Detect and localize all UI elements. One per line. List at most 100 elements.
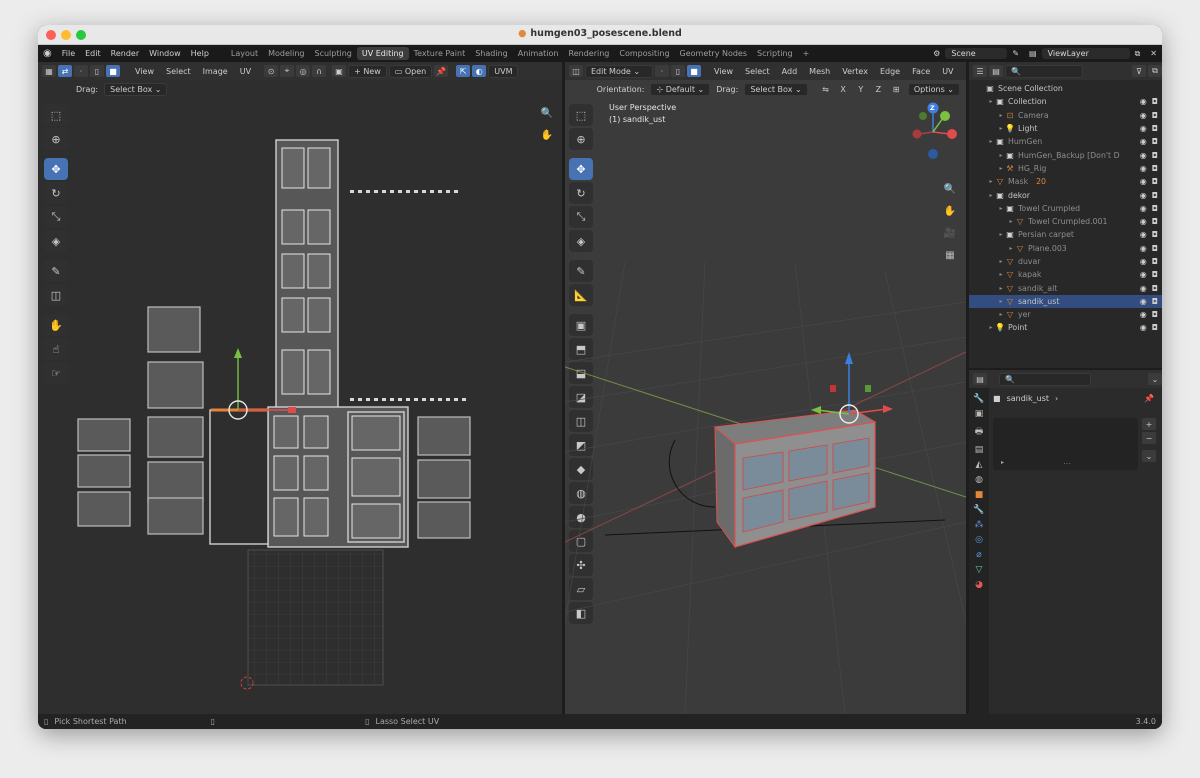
pivot-icon[interactable]: ⊙ bbox=[264, 65, 279, 77]
expand-toggle-icon[interactable]: ▸ bbox=[987, 192, 995, 199]
cursor-tool-icon[interactable]: ⊕ bbox=[44, 128, 68, 150]
vp-move-tool-icon[interactable]: ✥ bbox=[569, 158, 593, 180]
render-camera-icon[interactable]: ◘ bbox=[1152, 191, 1158, 200]
outliner-row[interactable]: ▸ ▣ Persian carpet ◉ ◘ bbox=[969, 228, 1162, 241]
vp-pan-hand-icon[interactable]: ✋ bbox=[941, 202, 959, 220]
pan-hand-icon[interactable]: ✋ bbox=[538, 126, 556, 144]
render-camera-icon[interactable]: ◘ bbox=[1152, 137, 1158, 146]
add-cube-tool-icon[interactable]: ▣ bbox=[569, 314, 593, 336]
tab-scripting[interactable]: Scripting bbox=[752, 47, 798, 60]
tab-rendering[interactable]: Rendering bbox=[564, 47, 615, 60]
render-camera-icon[interactable]: ◘ bbox=[1152, 164, 1158, 173]
menu-help[interactable]: Help bbox=[186, 49, 214, 58]
extrude-tool-icon[interactable]: ⬒ bbox=[569, 338, 593, 360]
rip-tool-icon[interactable]: ◫ bbox=[44, 284, 68, 306]
expand-toggle-icon[interactable]: ▸ bbox=[997, 112, 1005, 119]
expand-toggle-icon[interactable]: ▸ bbox=[987, 98, 995, 105]
outliner-search-input[interactable]: 🔍 bbox=[1005, 64, 1083, 78]
outliner-row[interactable]: ▸ ▽ sandik_ust ◉ ◘ bbox=[969, 294, 1162, 309]
camera-view-icon[interactable]: 🎥 bbox=[941, 224, 959, 242]
render-camera-icon[interactable]: ◘ bbox=[1152, 204, 1158, 213]
render-camera-icon[interactable]: ◘ bbox=[1152, 177, 1158, 186]
viewport-menu-mesh[interactable]: Mesh bbox=[804, 66, 835, 77]
visibility-eye-icon[interactable]: ◉ bbox=[1140, 217, 1147, 226]
tool-tab-icon[interactable]: 🔧 bbox=[973, 394, 984, 404]
visibility-eye-icon[interactable]: ◉ bbox=[1140, 310, 1147, 319]
render-tab-icon[interactable]: ▣ bbox=[975, 409, 984, 419]
properties-pin-icon[interactable]: 📌 bbox=[1144, 394, 1154, 403]
render-camera-icon[interactable]: ◘ bbox=[1152, 151, 1158, 160]
material-tab-icon[interactable]: ◕ bbox=[975, 580, 983, 590]
viewport-menu-vertex[interactable]: Vertex bbox=[837, 66, 873, 77]
uv-overlay-icon[interactable]: ◐ bbox=[472, 65, 487, 77]
visibility-eye-icon[interactable]: ◉ bbox=[1140, 244, 1147, 253]
bevel-tool-icon[interactable]: ◪ bbox=[569, 386, 593, 408]
new-view-layer-icon[interactable]: ⧉ bbox=[1130, 49, 1146, 59]
scene-selector[interactable]: Scene bbox=[945, 48, 1008, 59]
vp-select-box-tool-icon[interactable]: ⬚ bbox=[569, 104, 593, 126]
expand-toggle-icon[interactable]: ▸ bbox=[987, 138, 995, 145]
options-dropdown[interactable]: Options ⌄ bbox=[907, 82, 960, 96]
vp-measure-tool-icon[interactable]: 📐 bbox=[569, 284, 593, 306]
shrink-tool-icon[interactable]: ✣ bbox=[569, 554, 593, 576]
pin-scene-icon[interactable]: ✎ bbox=[1007, 49, 1024, 58]
vp-cursor-tool-icon[interactable]: ⊕ bbox=[569, 128, 593, 150]
expand-toggle-icon[interactable]: ▸ bbox=[997, 125, 1005, 132]
uv-menu-uv[interactable]: UV bbox=[235, 66, 256, 77]
render-camera-icon[interactable]: ◘ bbox=[1152, 297, 1158, 306]
expand-toggle-icon[interactable]: ▸ bbox=[1007, 218, 1015, 225]
outliner-display-mode-icon[interactable]: ▤ bbox=[989, 65, 1003, 77]
vp-scale-tool-icon[interactable]: ⤡ bbox=[569, 206, 593, 228]
mirror-icon[interactable]: ⇋ bbox=[819, 83, 832, 95]
visibility-eye-icon[interactable]: ◉ bbox=[1140, 137, 1147, 146]
render-camera-icon[interactable]: ◘ bbox=[1152, 270, 1158, 279]
move-tool-icon[interactable]: ✥ bbox=[44, 158, 68, 180]
render-camera-icon[interactable]: ◘ bbox=[1152, 230, 1158, 239]
select-box-tool-icon[interactable]: ⬚ bbox=[44, 104, 68, 126]
outliner-editor-type-icon[interactable]: ☰ bbox=[973, 65, 987, 77]
inset-tool-icon[interactable]: ⬓ bbox=[569, 362, 593, 384]
vp-zoom-icon[interactable]: 🔍 bbox=[941, 180, 959, 198]
add-slot-button[interactable]: + bbox=[1142, 418, 1156, 430]
vertex-select-icon[interactable]: · bbox=[74, 65, 88, 77]
modifiers-tab-icon[interactable]: 🔧 bbox=[973, 505, 984, 515]
vp-rotate-tool-icon[interactable]: ↻ bbox=[569, 182, 593, 204]
viewport-face-select-icon[interactable]: ■ bbox=[687, 65, 701, 77]
menu-edit[interactable]: Edit bbox=[80, 49, 106, 58]
tab-layout[interactable]: Layout bbox=[226, 47, 263, 60]
viewport-menu-edge[interactable]: Edge bbox=[875, 66, 905, 77]
axis-z-toggle[interactable]: Z bbox=[872, 83, 885, 95]
outliner-row[interactable]: ▸ ⚒ HG_Rig ◉ ◘ bbox=[969, 162, 1162, 175]
visibility-eye-icon[interactable]: ◉ bbox=[1140, 230, 1147, 239]
tab-modeling[interactable]: Modeling bbox=[263, 47, 309, 60]
tab-compositing[interactable]: Compositing bbox=[614, 47, 674, 60]
output-tab-icon[interactable]: 🖶 bbox=[975, 424, 984, 440]
perspective-toggle-icon[interactable]: ▦ bbox=[941, 246, 959, 264]
auto-merge-icon[interactable]: ⊞ bbox=[890, 83, 902, 95]
visibility-eye-icon[interactable]: ◉ bbox=[1140, 323, 1147, 332]
tab-uv-editing[interactable]: UV Editing bbox=[356, 47, 409, 60]
visibility-eye-icon[interactable]: ◉ bbox=[1140, 297, 1147, 306]
expand-toggle-icon[interactable]: ▸ bbox=[987, 178, 995, 185]
view-layer-selector[interactable]: ViewLayer bbox=[1041, 48, 1130, 59]
tab-texture-paint[interactable]: Texture Paint bbox=[409, 47, 471, 60]
transform-tool-icon[interactable]: ◈ bbox=[44, 230, 68, 252]
tab-animation[interactable]: Animation bbox=[513, 47, 564, 60]
uv-sync-icon[interactable]: ⇄ bbox=[58, 65, 72, 77]
render-camera-icon[interactable]: ◘ bbox=[1152, 244, 1158, 253]
axis-x-toggle[interactable]: X bbox=[837, 83, 849, 95]
proportional-icon[interactable]: ◎ bbox=[296, 65, 311, 77]
viewport-editor-type-icon[interactable]: ◫ bbox=[569, 65, 583, 77]
properties-editor-type-icon[interactable]: ▤ bbox=[973, 373, 987, 385]
outliner-row[interactable]: ▸ ▣ dekor ◉ ◘ bbox=[969, 188, 1162, 201]
expand-toggle-icon[interactable]: ▸ bbox=[997, 231, 1005, 238]
visibility-eye-icon[interactable]: ◉ bbox=[1140, 284, 1147, 293]
vp-annotate-tool-icon[interactable]: ✎ bbox=[569, 260, 593, 282]
visibility-eye-icon[interactable]: ◉ bbox=[1140, 270, 1147, 279]
outliner-row[interactable]: ▸ ▽ yer ◉ ◘ bbox=[969, 308, 1162, 321]
orientation-selector[interactable]: ⊹ Default ⌄ bbox=[650, 82, 711, 96]
viewport-menu-view[interactable]: View bbox=[709, 66, 738, 77]
edge-slide-tool-icon[interactable]: ▢ bbox=[569, 530, 593, 552]
shear-tool-icon[interactable]: ▱ bbox=[569, 578, 593, 600]
uv-menu-image[interactable]: Image bbox=[198, 66, 233, 77]
